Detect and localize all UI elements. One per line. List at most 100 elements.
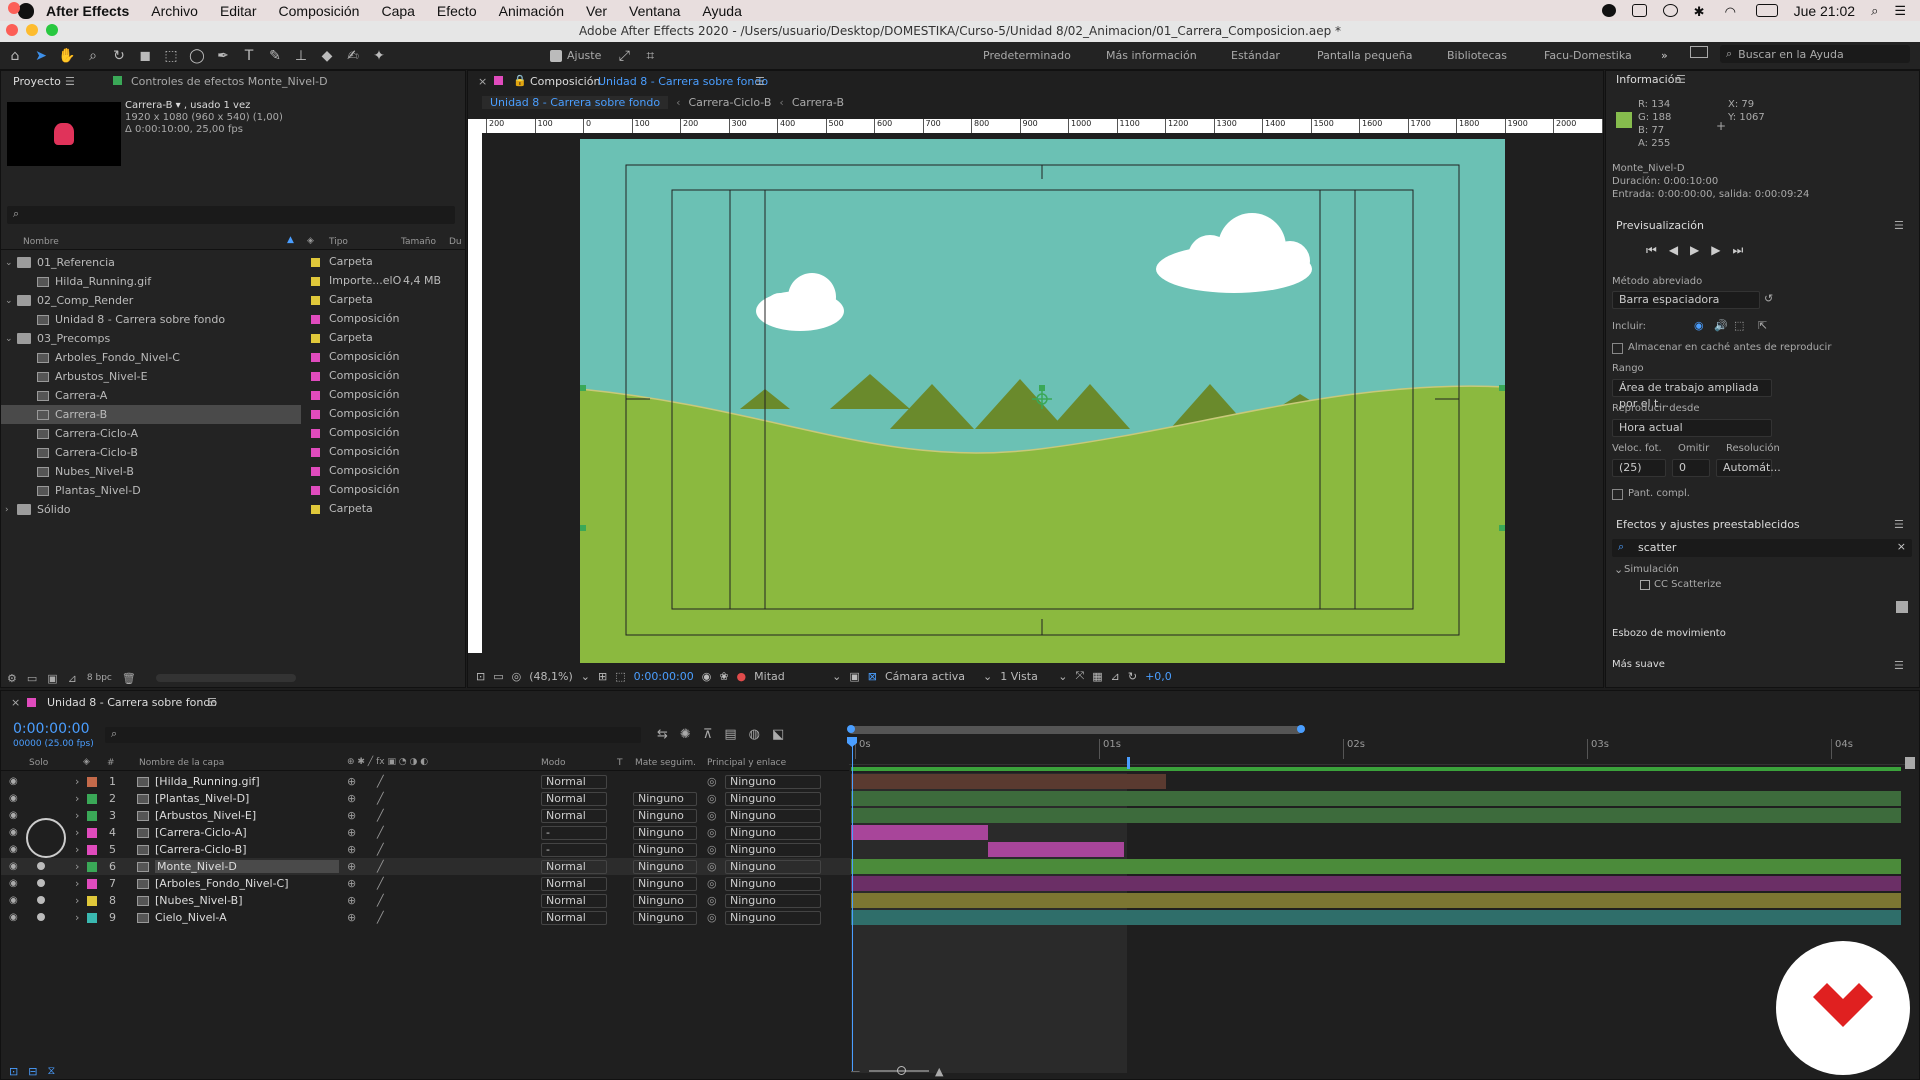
flowchart-icon[interactable]: ⊿ — [1111, 670, 1120, 683]
puppet-pin-icon[interactable]: ✦ — [368, 46, 390, 66]
layer-label-swatch[interactable] — [87, 794, 97, 804]
solo-toggle[interactable] — [37, 794, 45, 802]
layer-row[interactable]: ◉ › ⊕ ╱ 3 [Arbustos_Nivel-E] Normal Ninguno ◎ Nin… — [1, 807, 851, 824]
project-item[interactable]: › Sólido — [1, 500, 301, 519]
mask-visibility-icon[interactable]: ◎ — [512, 670, 522, 683]
zoom-in-icon[interactable]: ▲ — [935, 1065, 943, 1078]
views-dropdown[interactable]: 1 Vista — [1000, 670, 1050, 683]
camera-dropdown[interactable]: Cámara activa — [885, 670, 975, 683]
pan-behind-tool-icon[interactable]: ⬚ — [160, 46, 182, 66]
workspace-mas-informacion[interactable]: Más información — [1106, 49, 1197, 62]
layer-duration-bar[interactable] — [851, 876, 1901, 891]
layer-name[interactable]: [Arboles_Fondo_Nivel-C] — [155, 877, 289, 890]
parent-pickwhip-icon[interactable]: ◎ — [707, 809, 717, 822]
menu-ayuda[interactable]: Ayuda — [702, 3, 741, 19]
last-frame-icon[interactable]: ⏭ — [1733, 243, 1744, 258]
menu-ver[interactable]: Ver — [586, 3, 607, 19]
layer-duration-bar[interactable] — [851, 774, 1166, 789]
project-item[interactable]: ⌄ 01_Referencia — [1, 253, 301, 272]
type-tool-icon[interactable]: T — [238, 46, 260, 66]
menu-efecto[interactable]: Efecto — [437, 3, 477, 19]
label-color-swatch[interactable] — [311, 467, 320, 476]
label-color-swatch[interactable] — [311, 258, 320, 267]
label-color-swatch[interactable] — [311, 410, 320, 419]
always-preview-icon[interactable]: ⊡ — [476, 670, 485, 683]
flowchart-icon[interactable]: ⊿ — [68, 672, 77, 685]
project-item[interactable]: Nubes_Nivel-B — [1, 462, 301, 481]
zoom-button[interactable] — [46, 24, 58, 36]
layer-label-swatch[interactable] — [87, 896, 97, 906]
layer-name[interactable]: [Plantas_Nivel-D] — [155, 792, 249, 805]
zoom-out-icon[interactable]: ⏤ — [851, 1064, 860, 1078]
expand-layer-icon[interactable]: › — [75, 843, 79, 856]
layer-row[interactable]: ◉ › ⊕ ╱ 4 [Carrera-Ciclo-A] - Ninguno ◎ Ninguno — [1, 824, 851, 841]
layer-name[interactable]: [Hilda_Running.gif] — [155, 775, 260, 788]
timeline-search[interactable]: ⌕ — [105, 727, 641, 743]
layer-parent-pickwhip-icon[interactable]: ⊕ — [347, 775, 356, 788]
workspace-predeterminado[interactable]: Predeterminado — [983, 49, 1071, 62]
ajuste-checkbox[interactable] — [550, 49, 562, 62]
layer-matte-dropdown[interactable]: Ninguno — [633, 791, 697, 806]
comp-tab-name[interactable]: Unidad 8 - Carrera sobre fondo — [598, 75, 768, 88]
project-scrollbar[interactable] — [155, 674, 296, 682]
effects-search[interactable]: ⌕ scatter × — [1612, 539, 1912, 557]
exposure-value[interactable]: +0,0 — [1145, 670, 1172, 683]
layer-duration-bar[interactable] — [851, 893, 1901, 908]
effects-category[interactable]: Simulación — [1624, 564, 1679, 575]
menu-composicion[interactable]: Composición — [279, 3, 360, 19]
label-column-icon[interactable]: ◈ — [307, 236, 314, 246]
close-timeline-tab-icon[interactable]: × — [11, 696, 20, 709]
close-button[interactable] — [6, 24, 18, 36]
hand-tool-icon[interactable]: ✋ — [56, 46, 78, 66]
layer-duration-bar[interactable] — [851, 791, 1901, 806]
prev-frame-icon[interactable]: ◀ — [1669, 243, 1678, 258]
skip-dropdown[interactable]: 0 — [1672, 459, 1710, 477]
parent-pickwhip-icon[interactable]: ◎ — [707, 843, 717, 856]
layer-quality-icon[interactable]: ╱ — [377, 809, 384, 822]
include-audio-icon[interactable]: 🔊 — [1714, 319, 1728, 332]
label-color-swatch[interactable] — [311, 486, 320, 495]
parent-pickwhip-icon[interactable]: ◎ — [707, 826, 717, 839]
effects-menu-icon[interactable]: ☰ — [1894, 518, 1904, 531]
layer-parent-pickwhip-icon[interactable]: ⊕ — [347, 809, 356, 822]
play-from-dropdown[interactable]: Hora actual — [1612, 419, 1772, 437]
layer-mode-dropdown[interactable]: - — [541, 842, 607, 857]
reset-exposure-icon[interactable]: ↻ — [1128, 670, 1137, 683]
breadcrumb-item-active[interactable]: Unidad 8 - Carrera sobre fondo — [482, 95, 669, 109]
layer-parent-dropdown[interactable]: Ninguno — [725, 842, 821, 857]
camera-tool-icon[interactable]: ◼ — [134, 46, 156, 66]
layer-name[interactable]: [Arbustos_Nivel-E] — [155, 809, 256, 822]
layer-duration-bar[interactable] — [851, 910, 1901, 925]
3d-view-icon[interactable]: ▦ — [1092, 670, 1102, 683]
layer-matte-dropdown[interactable]: Ninguno — [633, 808, 697, 823]
interpret-footage-icon[interactable]: ⚙ — [7, 672, 17, 685]
close-window-button[interactable] — [8, 2, 20, 14]
brush-tool-icon[interactable]: ✎ — [264, 46, 286, 66]
transparency-grid-icon[interactable]: ⊠ — [868, 670, 877, 683]
include-overlay-icon[interactable]: ⬚ — [1734, 319, 1744, 332]
layer-parent-pickwhip-icon[interactable]: ⊕ — [347, 792, 356, 805]
ellipse-tool-icon[interactable]: ◯ — [186, 46, 208, 66]
layer-name[interactable]: Monte_Nivel-D — [155, 860, 339, 873]
close-comp-tab-icon[interactable]: × — [478, 75, 487, 88]
label-color-swatch[interactable] — [311, 296, 320, 305]
label-color-swatch[interactable] — [311, 372, 320, 381]
wifi-icon[interactable]: ◠ — [1725, 4, 1740, 19]
parent-pickwhip-icon[interactable]: ◎ — [707, 860, 717, 873]
col-name[interactable]: Nombre — [23, 237, 59, 247]
solo-toggle[interactable] — [37, 913, 45, 921]
layer-name[interactable]: Cielo_Nivel-A — [155, 911, 227, 924]
resolution-dropdown[interactable]: Mitad — [754, 670, 824, 683]
layer-mode-dropdown[interactable]: Normal — [541, 859, 607, 874]
label-color-swatch[interactable] — [311, 315, 320, 324]
next-frame-icon[interactable]: ▶ — [1711, 243, 1720, 258]
expand-layer-icon[interactable]: › — [75, 792, 79, 805]
work-area-end-handle[interactable] — [1297, 725, 1305, 733]
menu-capa[interactable]: Capa — [381, 3, 414, 19]
label-color-swatch[interactable] — [311, 448, 320, 457]
snapshot-icon[interactable]: ◉ — [702, 670, 712, 683]
zoom-handle[interactable] — [897, 1066, 906, 1075]
visibility-eye-icon[interactable]: ◉ — [9, 844, 18, 855]
layer-quality-icon[interactable]: ╱ — [377, 894, 384, 907]
category-chevron-icon[interactable]: ⌄ — [1614, 563, 1623, 576]
